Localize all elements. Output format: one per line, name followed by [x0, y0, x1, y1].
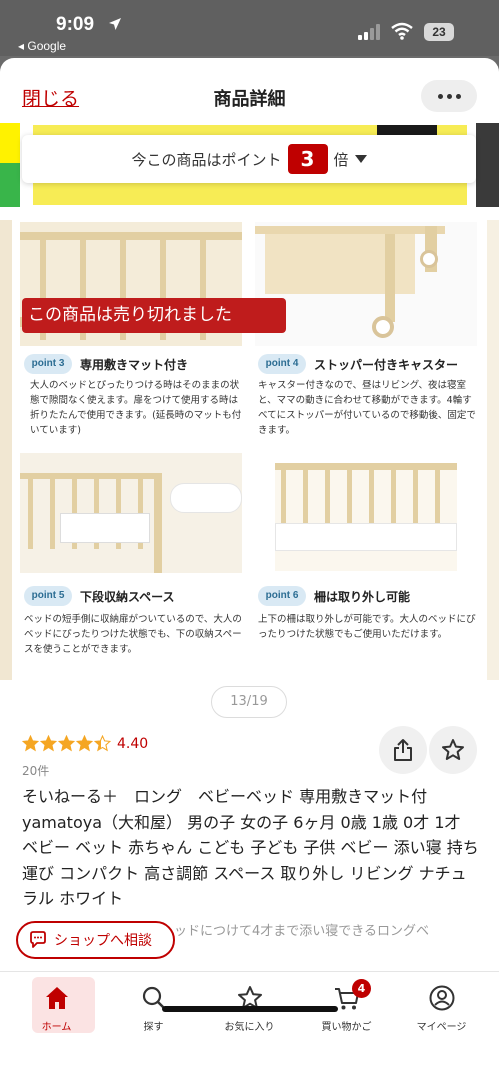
nav-label: ホーム — [41, 1022, 72, 1033]
nav-label: 探す — [143, 1022, 164, 1033]
shop-inquiry-label: ショップへ相談 — [54, 933, 152, 949]
feature-point-6: point 6 柵は取り外し可能 — [258, 586, 410, 606]
share-button[interactable] — [379, 726, 427, 774]
next-image-edge — [487, 220, 499, 680]
share-icon — [394, 739, 412, 761]
rating-star-icon — [22, 735, 39, 752]
feature-title: 柵は取り外し可能 — [314, 589, 411, 604]
feature-desc: 上下の柵は取り外しが可能です。大人のベッドにぴったりつけた状態でもご使用いただけ… — [258, 614, 476, 640]
battery-indicator: 23 — [424, 23, 454, 41]
feature-badge: point 4 — [258, 354, 306, 374]
rating-stars — [22, 735, 111, 752]
rating[interactable]: 4.40 — [22, 735, 148, 752]
more-options-button[interactable] — [421, 80, 477, 112]
shop-inquiry-button[interactable]: ショップへ相談 — [16, 921, 175, 959]
points-prefix: 今この商品はポイント — [131, 150, 282, 169]
feature-photo-caster — [255, 222, 477, 346]
nav-label: マイページ — [416, 1022, 467, 1033]
product-subtitle-text: ッドにつけて4才まで添い寝できるロングベ — [174, 924, 430, 939]
rating-star-icon — [40, 735, 57, 752]
image-pager: 13/19 — [211, 686, 287, 718]
status-bar: 9:09 ◂ Google 23 — [0, 0, 499, 56]
nav-mypage[interactable]: マイページ — [392, 972, 491, 1042]
product-name: そいねーる＋ ロング ベビーベッド 専用敷きマット付 yamatoya（大和屋）… — [22, 787, 479, 908]
points-multiplier-dropdown[interactable]: 今この商品はポイント 3 倍 — [22, 135, 476, 183]
star-outline-icon — [442, 739, 464, 760]
sheet-header: 閉じる 商品詳細 — [0, 58, 499, 128]
rating-value: 4.40 — [117, 735, 149, 752]
feature-badge: point 6 — [258, 586, 306, 606]
back-to-app-link[interactable]: ◂ Google — [18, 39, 66, 53]
home-indicator — [162, 1006, 338, 1012]
nav-label: 買い物かご — [321, 1022, 372, 1033]
status-time: 9:09 — [56, 14, 95, 35]
feature-photo-removable — [275, 463, 457, 571]
points-multiplier: 3 — [287, 144, 328, 174]
cell-signal-icon — [358, 24, 380, 40]
more-dot-icon — [455, 93, 461, 99]
home-icon — [45, 987, 68, 1009]
feature-title: ストッパー付きキャスター — [314, 357, 459, 372]
feature-point-3: point 3 専用敷きマット付き — [24, 354, 188, 374]
feature-badge: point 3 — [24, 354, 72, 374]
chat-icon — [30, 931, 46, 948]
cart-count-badge: 4 — [352, 979, 371, 998]
nav-home[interactable]: ホーム — [7, 972, 106, 1042]
feature-point-4: point 4 ストッパー付きキャスター — [258, 354, 458, 374]
user-icon — [429, 985, 454, 1011]
rating-star-icon — [76, 735, 93, 752]
feature-title: 専用敷きマット付き — [80, 357, 189, 372]
bottom-nav: ホーム 探す お気に入り 4 買い物かご マイページ — [0, 971, 499, 1080]
more-dot-icon — [437, 93, 443, 99]
review-count[interactable]: 20件 — [22, 762, 49, 779]
rating-star-icon — [94, 735, 111, 752]
feature-desc: 大人のベッドとぴったりつける時はそのままの状態で隙間なく使えます。扉をつけて使用… — [30, 380, 242, 436]
feature-photo-storage — [20, 453, 242, 573]
feature-desc: ベッドの短手側に収納扉がついているので、大人のベッドにぴったりつけた状態でも、下… — [24, 614, 242, 655]
nav-label: お気に入り — [224, 1022, 275, 1033]
rating-star-icon — [58, 735, 75, 752]
product-image-carousel[interactable]: この商品は売り切れました point 3 専用敷きマット付き 大人のベッドとぴっ… — [0, 220, 499, 680]
points-suffix: 倍 — [333, 150, 349, 169]
promo-banner-next — [476, 123, 499, 207]
wifi-icon — [391, 22, 413, 40]
promo-banner-prev — [0, 123, 20, 207]
product-sheet: 閉じる 商品詳細 今この商品はポイント 3 倍 この商品は売り切れました poi… — [0, 58, 499, 1080]
feature-point-5: point 5 下段収納スペース — [24, 586, 175, 606]
feature-desc: キャスター付きなので、昼はリビング、夜は寝室と、ママの動きに合わせて移動ができま… — [258, 380, 476, 436]
favorite-button[interactable] — [429, 726, 477, 774]
chevron-down-icon — [354, 155, 367, 163]
sold-out-label: この商品は売り切れました — [22, 298, 286, 333]
prev-image-edge — [0, 220, 12, 680]
more-dot-icon — [446, 93, 452, 99]
feature-badge: point 5 — [24, 586, 72, 606]
location-arrow-icon — [109, 18, 121, 30]
feature-title: 下段収納スペース — [80, 589, 175, 604]
